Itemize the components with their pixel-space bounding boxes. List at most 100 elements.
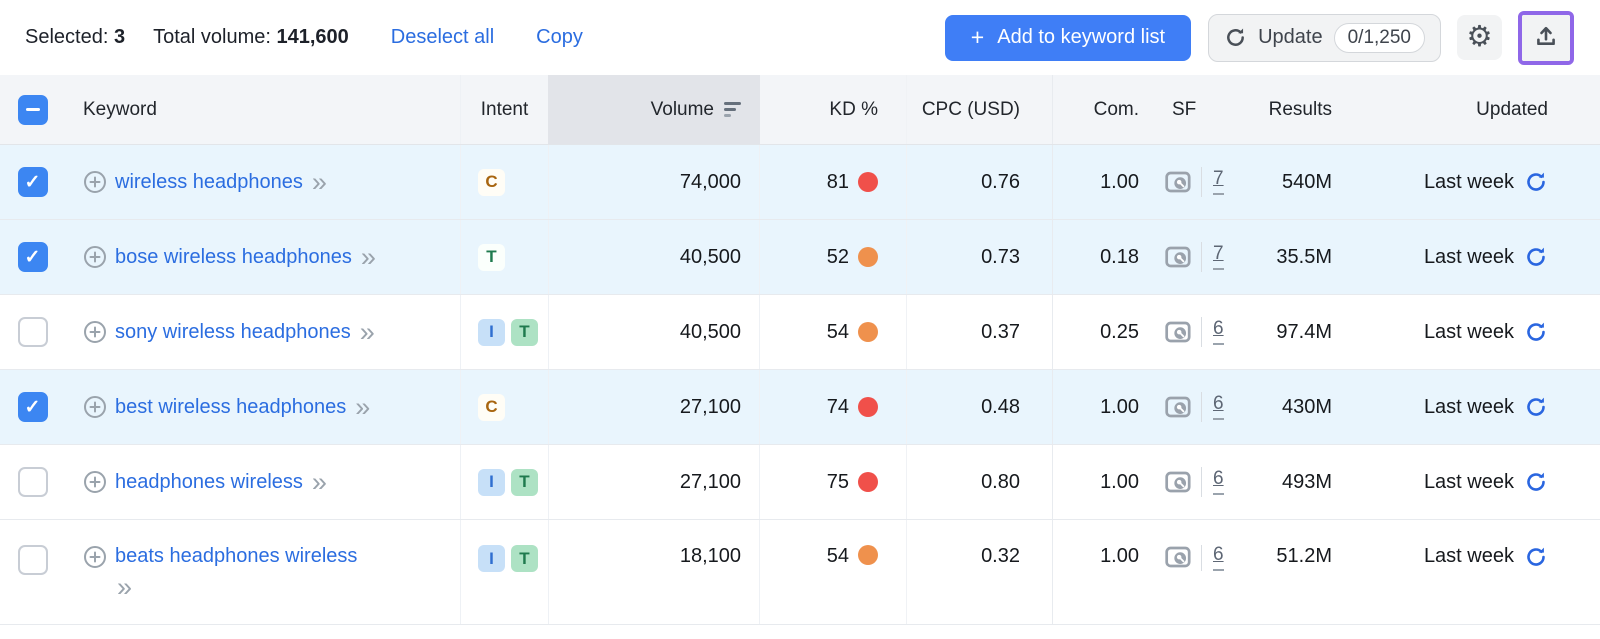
refresh-row-icon[interactable]: [1524, 245, 1548, 269]
results-cell: 97.4M: [1276, 320, 1332, 343]
header-volume-label: Volume: [650, 98, 714, 120]
add-keyword-icon[interactable]: [83, 545, 107, 569]
sf-count-link[interactable]: 6: [1213, 468, 1224, 495]
results-cell: 493M: [1281, 470, 1332, 493]
header-updated[interactable]: Updated: [1360, 75, 1600, 144]
table-row: best wireless headphones » C 27,100 74 0…: [0, 370, 1600, 445]
table-row: bose wireless headphones » T 40,500 52 0…: [0, 220, 1600, 295]
refresh-row-icon[interactable]: [1524, 170, 1548, 194]
row-checkbox[interactable]: [17, 167, 48, 197]
serp-features-icon[interactable]: [1165, 320, 1192, 344]
sf-divider: [1201, 167, 1202, 197]
add-keyword-icon[interactable]: [83, 170, 107, 194]
add-keyword-icon[interactable]: [83, 245, 107, 269]
sf-count-link[interactable]: 6: [1213, 318, 1224, 345]
keyword-link[interactable]: sony wireless headphones: [115, 321, 351, 344]
sf-count-link[interactable]: 6: [1213, 393, 1224, 420]
add-keyword-icon[interactable]: [83, 470, 107, 494]
table-row: wireless headphones » C 74,000 81 0.76 1…: [0, 145, 1600, 220]
kd-difficulty-dot: [858, 472, 878, 492]
update-button[interactable]: Update 0/1,250: [1208, 13, 1441, 62]
row-checkbox[interactable]: [17, 317, 48, 347]
intent-badge: T: [478, 243, 505, 271]
keyword-link[interactable]: best wireless headphones: [115, 396, 346, 419]
updated-value: Last week: [1423, 395, 1514, 418]
serp-features-icon[interactable]: [1165, 245, 1192, 269]
expand-chevron-icon[interactable]: »: [312, 169, 327, 196]
header-cpc[interactable]: CPC (USD): [907, 75, 1053, 144]
updated-value: Last week: [1423, 470, 1514, 493]
com-cell: 1.00: [1100, 545, 1139, 567]
refresh-row-icon[interactable]: [1524, 395, 1548, 419]
keyword-link[interactable]: headphones wireless: [115, 471, 303, 494]
expand-chevron-icon[interactable]: »: [312, 469, 327, 496]
row-checkbox[interactable]: [17, 545, 48, 575]
selected-count-value: 3: [113, 26, 126, 48]
sf-count-link[interactable]: 7: [1213, 168, 1224, 195]
volume-cell: 40,500: [548, 295, 760, 369]
updated-value: Last week: [1423, 170, 1514, 193]
serp-features-icon[interactable]: [1165, 545, 1192, 569]
add-keyword-icon[interactable]: [83, 395, 107, 419]
sf-count-link[interactable]: 7: [1213, 243, 1224, 270]
refresh-icon: [1224, 26, 1247, 49]
cpc-cell: 0.32: [907, 520, 1053, 624]
intent-badge: T: [511, 318, 538, 346]
add-to-keyword-list-button[interactable]: + Add to keyword list: [944, 14, 1192, 61]
sf-divider: [1201, 317, 1202, 347]
updated-value: Last week: [1423, 320, 1514, 343]
row-checkbox[interactable]: [17, 242, 48, 272]
select-all-checkbox[interactable]: [17, 94, 48, 125]
deselect-all-link[interactable]: Deselect all: [391, 26, 494, 49]
volume-cell: 40,500: [548, 220, 760, 294]
plus-icon: +: [970, 24, 985, 50]
volume-cell: 74,000: [548, 145, 760, 219]
row-checkbox[interactable]: [17, 392, 48, 422]
keyword-link[interactable]: wireless headphones: [115, 171, 303, 194]
sf-divider: [1201, 242, 1202, 272]
serp-features-icon[interactable]: [1165, 470, 1192, 494]
sf-count-link[interactable]: 6: [1213, 544, 1224, 571]
row-checkbox[interactable]: [17, 467, 48, 497]
kd-difficulty-dot: [858, 322, 878, 342]
refresh-row-icon[interactable]: [1524, 320, 1548, 344]
updated-value: Last week: [1423, 545, 1514, 567]
update-quota-badge: 0/1,250: [1333, 22, 1425, 53]
kd-value: 54: [826, 320, 849, 343]
results-cell: 540M: [1281, 170, 1332, 193]
expand-chevron-icon[interactable]: »: [117, 574, 460, 601]
header-volume[interactable]: Volume: [548, 75, 760, 144]
volume-cell: 27,100: [548, 370, 760, 444]
keyword-table: Keyword Intent Volume KD % CPC (USD) Com…: [0, 75, 1600, 625]
com-cell: 1.00: [1100, 470, 1139, 493]
kd-value: 54: [826, 545, 849, 567]
table-header-row: Keyword Intent Volume KD % CPC (USD) Com…: [0, 75, 1600, 145]
expand-chevron-icon[interactable]: »: [360, 319, 375, 346]
settings-button[interactable]: ⚙: [1457, 15, 1502, 60]
serp-features-icon[interactable]: [1165, 170, 1192, 194]
header-sf[interactable]: SF: [1155, 75, 1250, 144]
export-button[interactable]: [1522, 14, 1570, 61]
selected-count: Selected: 3: [25, 26, 125, 49]
header-com[interactable]: Com.: [1053, 75, 1155, 144]
copy-link[interactable]: Copy: [536, 26, 583, 49]
expand-chevron-icon[interactable]: »: [361, 244, 376, 271]
expand-chevron-icon[interactable]: »: [355, 394, 370, 421]
kd-value: 74: [826, 395, 849, 418]
com-cell: 1.00: [1100, 395, 1139, 418]
header-keyword[interactable]: Keyword: [65, 75, 460, 144]
header-kd[interactable]: KD %: [760, 75, 907, 144]
intent-badge: T: [511, 545, 538, 572]
kd-value: 52: [826, 245, 849, 268]
add-keyword-icon[interactable]: [83, 320, 107, 344]
sort-desc-icon: [724, 102, 741, 117]
keyword-link[interactable]: bose wireless headphones: [115, 246, 352, 269]
header-results[interactable]: Results: [1250, 75, 1360, 144]
serp-features-icon[interactable]: [1165, 395, 1192, 419]
kd-difficulty-dot: [858, 397, 878, 417]
refresh-row-icon[interactable]: [1524, 470, 1548, 494]
header-intent[interactable]: Intent: [460, 75, 548, 144]
keyword-link[interactable]: beats headphones wireless: [115, 545, 357, 568]
sf-divider: [1201, 392, 1202, 422]
refresh-row-icon[interactable]: [1524, 545, 1548, 569]
